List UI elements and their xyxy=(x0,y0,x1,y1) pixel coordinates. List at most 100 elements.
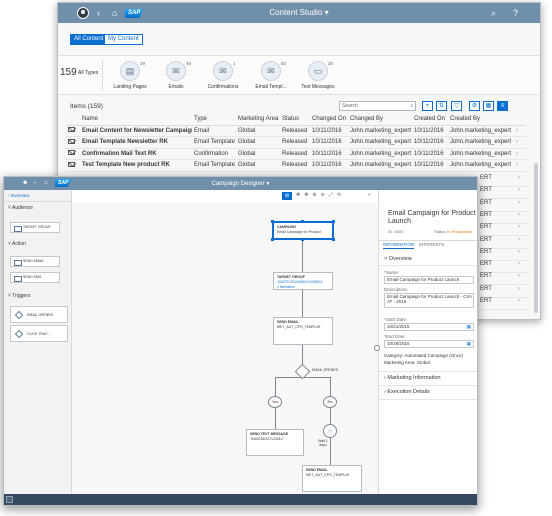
collapse-panel-icon[interactable]: » xyxy=(368,192,371,198)
col-name[interactable]: Name xyxy=(80,113,192,126)
col-created-by[interactable]: Created By xyxy=(448,113,514,126)
target-group-node[interactable]: TARGET GROUP JAMTSYCD1608/19-00/0814 1 M… xyxy=(273,272,333,290)
chevron-right-icon[interactable]: › xyxy=(514,159,526,172)
end-date-field[interactable]: 10/28/2016 ▦ xyxy=(384,340,474,348)
send-text-message-node[interactable]: SEND TEXT MESSAGE Text2016/027124912 xyxy=(246,429,304,456)
col-status[interactable]: Status xyxy=(280,113,310,126)
table-row[interactable]: Test Template New product RK Email Templa… xyxy=(66,159,526,172)
col-type[interactable]: Type xyxy=(192,113,236,126)
campaign-node[interactable]: CAMPAIGN Email Campaign for Product xyxy=(273,222,333,239)
table-row[interactable]: Email Content for Newsletter Campaign Ema… xyxy=(66,125,526,137)
kpi-label: Confirmations xyxy=(207,84,239,90)
table-row[interactable]: ERT › xyxy=(480,187,530,200)
yes-branch[interactable]: Yes xyxy=(268,396,282,408)
resize-handle[interactable] xyxy=(301,238,304,241)
list-view-icon[interactable]: ≡ xyxy=(497,101,508,111)
table-row[interactable]: Email Template Newsletter RK Email Templa… xyxy=(66,136,526,149)
overview-link[interactable]: ‹ Overview xyxy=(8,193,30,198)
app-title[interactable]: Content Studio ▾ xyxy=(58,8,540,17)
chevron-right-icon[interactable]: › xyxy=(518,187,520,193)
search-input[interactable]: Search ⌕ xyxy=(339,101,416,111)
email-icon xyxy=(66,148,80,160)
table-row[interactable]: ERT › xyxy=(480,200,530,212)
add-icon[interactable]: + xyxy=(422,101,433,111)
chevron-right-icon[interactable]: › xyxy=(518,175,520,181)
chevron-right-icon[interactable]: › xyxy=(514,136,526,149)
chevron-right-icon[interactable]: › xyxy=(518,286,520,292)
resize-handle[interactable] xyxy=(271,220,274,223)
chevron-right-icon[interactable]: › xyxy=(518,249,520,255)
chevron-right-icon[interactable]: › xyxy=(518,212,520,218)
table-row[interactable]: Confirmation Mail Text RK Confirmation Glo… xyxy=(66,148,526,160)
table-row[interactable]: ERT › xyxy=(480,224,530,237)
search-field-icon[interactable]: ⌕ xyxy=(410,102,413,110)
col-created-on[interactable]: Created On xyxy=(412,113,448,126)
search-icon[interactable]: ⌕ xyxy=(491,8,496,18)
chevron-right-icon[interactable]: › xyxy=(518,273,520,279)
calendar-icon[interactable]: ▦ xyxy=(467,341,471,347)
settings-icon[interactable]: ⚙ xyxy=(469,101,480,111)
chevron-right-icon[interactable]: › xyxy=(518,237,520,243)
table-row[interactable]: ERT › xyxy=(480,298,530,310)
design-canvas[interactable]: CAMPAIGN Email Campaign for Product TARG… xyxy=(72,203,378,494)
kpi-tile[interactable]: ▭ 30 Text Messages xyxy=(298,61,338,93)
chevron-right-icon[interactable]: › xyxy=(518,200,520,206)
table-row[interactable]: ERT › xyxy=(480,175,530,187)
table-row[interactable]: ERT › xyxy=(480,273,530,286)
palette-target-group[interactable]: TARGET GROUP xyxy=(10,222,60,233)
table-row[interactable]: ERT › xyxy=(480,261,530,274)
col-marketing-area[interactable]: Marketing Area xyxy=(236,113,280,126)
filter-icon[interactable]: ▽ xyxy=(451,101,462,111)
my-content-button[interactable]: My Content xyxy=(104,34,143,45)
table-row[interactable]: ERT › xyxy=(480,249,530,261)
all-content-button[interactable]: All Content xyxy=(70,34,108,45)
chevron-right-icon[interactable]: › xyxy=(514,148,526,160)
send-email-node[interactable]: SEND EMAIL MKT_AUT_CPG_TEMPLAT xyxy=(273,317,333,345)
kpi-tile[interactable]: ✉ 1 Confirmations xyxy=(203,61,243,93)
clock-icon[interactable]: ◷ xyxy=(323,424,337,438)
no-branch[interactable]: No xyxy=(323,396,337,408)
overview-section[interactable]: ˅ Overview xyxy=(384,256,412,262)
table-row[interactable]: ERT › xyxy=(480,286,530,298)
name-field[interactable]: Email Campaign for Product Launch xyxy=(384,276,474,284)
triggers-header[interactable]: ˅ Triggers xyxy=(8,293,30,299)
footer-message-button[interactable] xyxy=(6,496,13,503)
help-icon[interactable]: ? xyxy=(513,8,518,18)
resize-handle[interactable] xyxy=(301,220,304,223)
action-header[interactable]: ˅ Action xyxy=(8,241,26,247)
panel-title: Email Campaign for Product Launch xyxy=(388,210,476,225)
canvas-toolbar[interactable]: ✥✥⊕⊖⤢⟲ xyxy=(296,192,345,198)
resize-handle[interactable] xyxy=(271,238,274,241)
marketing-information-section[interactable]: › Marketing Information xyxy=(384,375,441,381)
resize-handle[interactable] xyxy=(332,220,335,223)
tab-information[interactable]: INFORMATION xyxy=(383,242,415,249)
execution-details-section[interactable]: › Execution Details xyxy=(384,389,430,395)
kpi-tile[interactable]: ✉ 50 Email Templ... xyxy=(251,61,291,93)
audience-header[interactable]: ˅ Audience xyxy=(8,205,33,211)
description-field[interactable]: Email Campaign for Product Launch - Crm … xyxy=(384,293,474,308)
chevron-right-icon[interactable]: › xyxy=(518,298,520,304)
palette-send-sms[interactable]: SEND SMS xyxy=(10,272,60,283)
chevron-right-icon[interactable]: › xyxy=(514,125,526,137)
app-title[interactable]: Campaign Designer ▾ xyxy=(4,180,477,187)
start-date-field[interactable]: 10/21/2016 ▦ xyxy=(384,323,474,331)
palette-click-track[interactable]: CLICK TRAC... xyxy=(10,325,68,342)
kpi-tile[interactable]: ▤ 29 Landing Pages xyxy=(110,61,150,93)
calendar-icon[interactable]: ▦ xyxy=(467,324,471,330)
chevron-right-icon[interactable]: › xyxy=(518,224,520,230)
palette-email-opened[interactable]: EMAIL OPENED xyxy=(10,306,68,323)
canvas-mode-icon[interactable]: ⊞ xyxy=(282,192,292,200)
table-row[interactable]: ERT › xyxy=(480,237,530,249)
chevron-right-icon[interactable]: › xyxy=(518,261,520,267)
scrollbar[interactable] xyxy=(534,163,538,313)
col-changed-on[interactable]: Changed On xyxy=(310,113,348,126)
palette-send-email[interactable]: SEND EMAIL xyxy=(10,256,60,267)
kpi-tile[interactable]: ✉ 49 Emails xyxy=(156,61,196,93)
tab-interests[interactable]: INTERESTS xyxy=(419,242,444,247)
resize-handle[interactable] xyxy=(332,238,335,241)
sort-icon[interactable]: ⇅ xyxy=(436,101,447,111)
grid-view-icon[interactable]: ▦ xyxy=(483,101,494,111)
col-changed-by[interactable]: Changed By xyxy=(348,113,412,126)
send-email-node[interactable]: SEND EMAIL MKT_AUT_CPG_TEMPLAT xyxy=(302,465,362,492)
table-row[interactable]: ERT › xyxy=(480,212,530,224)
